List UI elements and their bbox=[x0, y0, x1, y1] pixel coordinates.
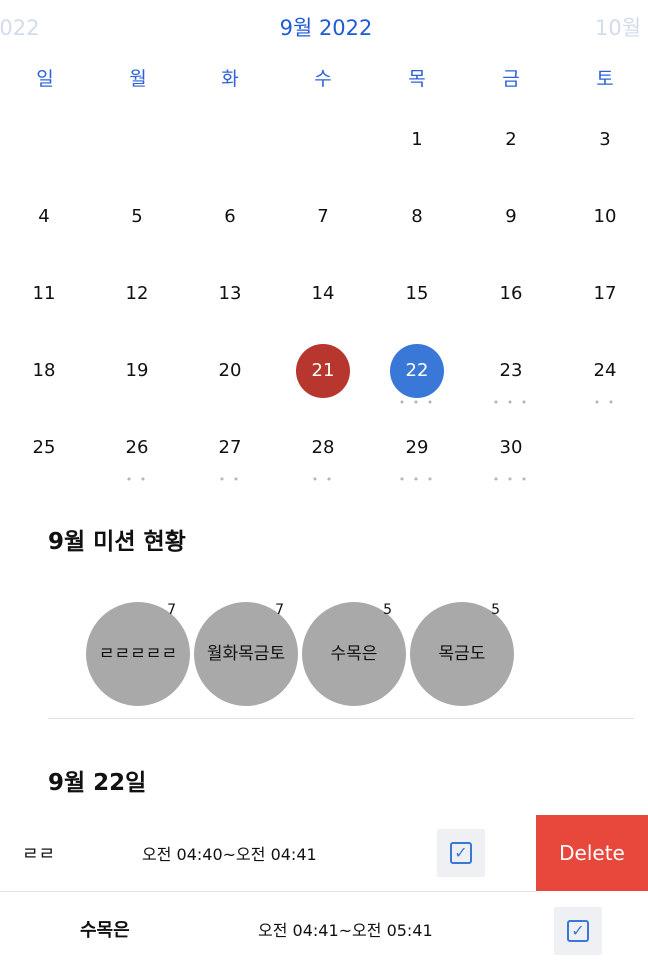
calendar-day[interactable]: 30 bbox=[464, 433, 558, 463]
mission-name: 월화목금토 bbox=[206, 644, 286, 664]
selected-date-title: 9월 22일 bbox=[48, 770, 147, 796]
row-divider bbox=[0, 891, 536, 892]
calendar-day[interactable]: 2 bbox=[464, 125, 558, 155]
schedule-name: ㄹㄹ bbox=[22, 844, 56, 865]
calendar-day[interactable]: 7 bbox=[276, 202, 370, 232]
mission-count: 5 bbox=[491, 602, 500, 618]
calendar-day[interactable]: 13 bbox=[183, 279, 277, 309]
weekday-wed: 수 bbox=[314, 68, 332, 90]
calendar-day[interactable]: 8 bbox=[370, 202, 464, 232]
event-dots: • • • bbox=[492, 396, 530, 409]
calendar-day[interactable]: 1 bbox=[370, 125, 464, 155]
weekday-fri: 금 bbox=[502, 68, 520, 90]
calendar-day[interactable]: 20 bbox=[183, 356, 277, 386]
calendar-day-selected[interactable]: 22 bbox=[390, 344, 444, 398]
complete-checkbox[interactable]: ✓ bbox=[437, 829, 485, 877]
schedule-time: 오전 04:41~오전 05:41 bbox=[258, 921, 433, 940]
event-dots: • • • bbox=[398, 473, 436, 486]
mission-count: 7 bbox=[275, 602, 284, 618]
calendar-day-today[interactable]: 21 bbox=[296, 344, 350, 398]
mission-bubble[interactable]: 7 월화목금토 bbox=[194, 602, 298, 706]
mission-bubble[interactable]: 5 목금도 bbox=[410, 602, 514, 706]
schedule-name: 수목은 bbox=[80, 920, 130, 941]
checkbox-checked-icon: ✓ bbox=[567, 920, 589, 942]
calendar-day[interactable]: 10 bbox=[558, 202, 648, 232]
calendar-day[interactable]: 3 bbox=[558, 125, 648, 155]
event-dots: • • bbox=[218, 473, 242, 486]
weekday-mon: 월 bbox=[129, 68, 147, 90]
complete-checkbox[interactable]: ✓ bbox=[554, 907, 602, 955]
calendar-day[interactable]: 27 bbox=[183, 433, 277, 463]
mission-bubble[interactable]: 5 수목은 bbox=[302, 602, 406, 706]
section-divider bbox=[48, 718, 634, 719]
calendar-day[interactable]: 14 bbox=[276, 279, 370, 309]
schedule-time: 오전 04:40~오전 04:41 bbox=[142, 845, 317, 864]
calendar-day[interactable]: 4 bbox=[0, 202, 91, 232]
mission-bubble[interactable]: 7 ㄹㄹㄹㄹㄹ bbox=[86, 602, 190, 706]
weekday-tue: 화 bbox=[221, 68, 239, 90]
weekday-sun: 일 bbox=[36, 68, 54, 90]
calendar-day[interactable]: 5 bbox=[90, 202, 184, 232]
calendar-day[interactable]: 17 bbox=[558, 279, 648, 309]
calendar-day[interactable]: 6 bbox=[183, 202, 277, 232]
calendar-day[interactable]: 19 bbox=[90, 356, 184, 386]
calendar-day[interactable]: 29 bbox=[370, 433, 464, 463]
event-dots: • • bbox=[311, 473, 335, 486]
calendar-day[interactable]: 26 bbox=[90, 433, 184, 463]
mission-section-title: 9월 미션 현황 bbox=[48, 529, 186, 555]
mission-count: 7 bbox=[167, 602, 176, 618]
calendar-day[interactable]: 18 bbox=[0, 356, 91, 386]
calendar-day[interactable]: 25 bbox=[0, 433, 91, 463]
next-month-label[interactable]: 10월 bbox=[595, 12, 641, 44]
mission-count: 5 bbox=[383, 602, 392, 618]
event-dots: • • • bbox=[492, 473, 530, 486]
event-dots: • • bbox=[593, 396, 617, 409]
delete-button[interactable]: Delete bbox=[536, 815, 648, 891]
calendar-day[interactable]: 28 bbox=[276, 433, 370, 463]
mission-name: 수목은 bbox=[330, 644, 378, 664]
event-dots: • • • bbox=[398, 396, 436, 409]
calendar-day[interactable]: 15 bbox=[370, 279, 464, 309]
calendar-day[interactable]: 24 bbox=[558, 356, 648, 386]
calendar-day[interactable]: 12 bbox=[90, 279, 184, 309]
calendar-day[interactable]: 11 bbox=[0, 279, 91, 309]
mission-name: 목금도 bbox=[438, 644, 486, 664]
current-month-title: 9월 2022 bbox=[279, 16, 373, 40]
calendar-day[interactable]: 9 bbox=[464, 202, 558, 232]
weekday-sat: 토 bbox=[596, 68, 614, 90]
event-dots: • • bbox=[125, 473, 149, 486]
calendar-day[interactable]: 16 bbox=[464, 279, 558, 309]
calendar-day[interactable]: 23 bbox=[464, 356, 558, 386]
checkbox-checked-icon: ✓ bbox=[450, 842, 472, 864]
mission-name: ㄹㄹㄹㄹㄹ bbox=[98, 644, 178, 664]
weekday-thu: 목 bbox=[408, 68, 426, 90]
